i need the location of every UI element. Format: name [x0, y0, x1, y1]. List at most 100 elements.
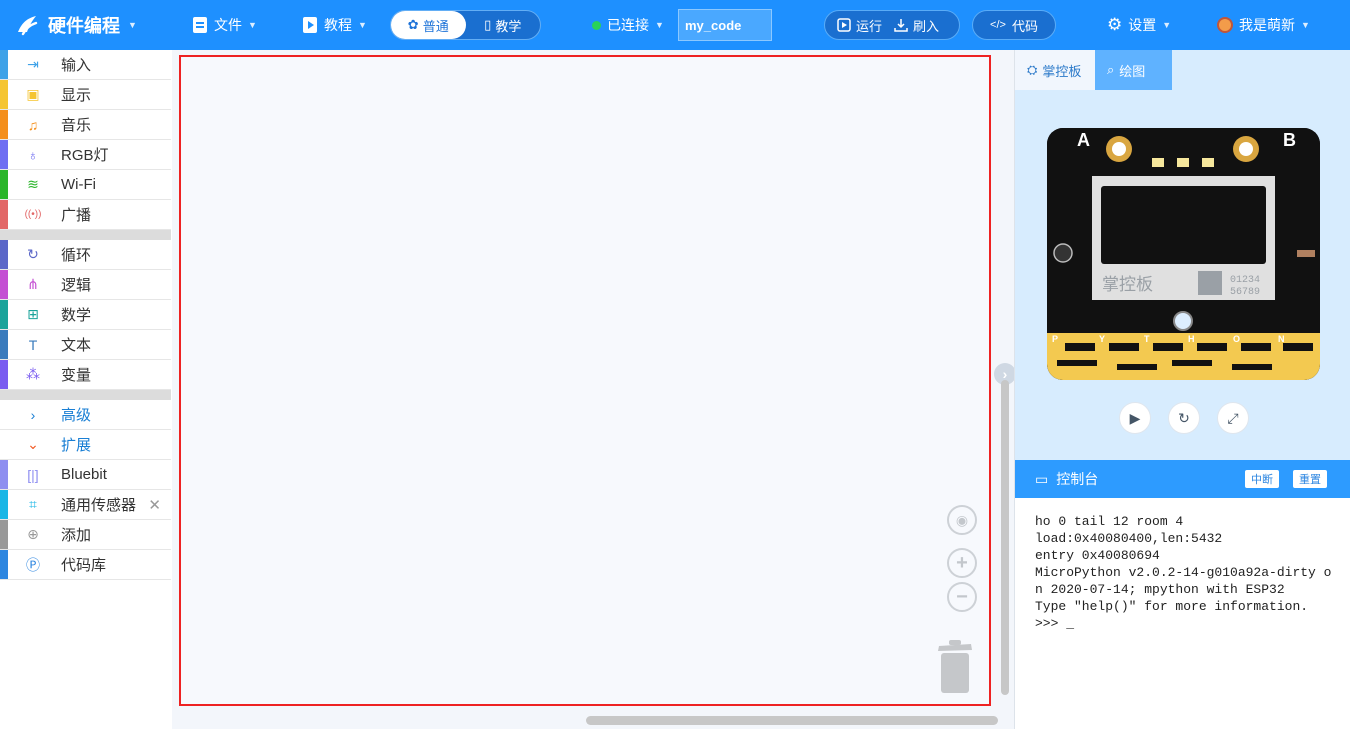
category-bluebit[interactable]: [|] Bluebit — [0, 460, 171, 490]
run-flash-group: 运行 刷入 — [824, 10, 960, 40]
file-menu[interactable]: 文件 ▼ — [192, 0, 257, 50]
pin-label: N — [1278, 334, 1285, 344]
vertical-scrollbar[interactable] — [1001, 380, 1009, 695]
category-label: Bluebit — [61, 466, 107, 483]
tutorial-menu-label: 教程 — [324, 17, 352, 33]
category-color-bar — [0, 240, 8, 269]
pin-label: O — [1233, 334, 1240, 344]
console-output[interactable]: ho 0 tail 12 room 4 load:0x40080400,len:… — [1015, 498, 1350, 729]
extension-toggle[interactable]: ⌄ 扩展 — [0, 430, 171, 460]
category-loop[interactable]: ↻ 循环 — [0, 240, 171, 270]
tab-board-label: 掌控板 — [1042, 63, 1082, 79]
category-label: 逻辑 — [61, 277, 92, 294]
library-icon: Ⓟ — [26, 556, 40, 573]
blocks-workspace[interactable]: › ◉ + − — [172, 50, 1016, 729]
mode-teach-label: 教学 — [495, 18, 522, 34]
app-logo-icon — [18, 16, 38, 36]
project-name: my_code — [685, 17, 742, 33]
target-icon: ◉ — [955, 511, 969, 528]
play-icon — [837, 18, 851, 32]
user-menu[interactable]: 我是萌新 ▼ — [1217, 0, 1310, 50]
play-icon: ▶ — [1129, 409, 1141, 426]
right-panel: ⛭ 掌控板 ⌕ 绘图 A B 掌控板 01234 56789 P Y T H O… — [1014, 50, 1350, 729]
close-icon[interactable]: ✕ — [148, 496, 161, 514]
category-color-bar — [0, 80, 8, 109]
category-label: 添加 — [61, 527, 92, 544]
workspace-canvas[interactable] — [179, 55, 991, 706]
zoom-out-button[interactable]: − — [947, 582, 977, 612]
category-color-bar — [0, 270, 8, 299]
block-category-sidebar: ⇥ 输入 ▣ 显示 ♫ 音乐 ♁ RGB灯 ≋ Wi-Fi ((•)) 广播 ↻ 循环 ⋔ 逻辑 ⊞ 数学 T 文本… — [0, 50, 171, 729]
sim-run-button[interactable]: ▶ — [1119, 402, 1151, 434]
sim-reset-button[interactable]: ↻ — [1168, 402, 1200, 434]
input-icon: ⇥ — [27, 56, 39, 72]
minus-icon: − — [956, 585, 968, 608]
category-logic[interactable]: ⋔ 逻辑 — [0, 270, 171, 300]
file-menu-label: 文件 — [214, 17, 242, 33]
board-brand: 掌控板 — [1102, 275, 1153, 294]
category-label: 显示 — [61, 87, 92, 104]
code-icon: </> — [990, 19, 1006, 31]
category-bulb[interactable]: ♁ RGB灯 — [0, 140, 171, 170]
mode-teach-button[interactable]: ▯ 教学 — [466, 11, 541, 39]
board-icon: ⛭ — [1027, 62, 1038, 77]
category-label: 变量 — [61, 367, 92, 384]
file-icon — [193, 17, 207, 33]
tab-draw[interactable]: ⌕ 绘图 — [1095, 50, 1172, 90]
recenter-button[interactable]: ◉ — [947, 505, 977, 535]
mode-normal-button[interactable]: ✿ 普通 — [391, 11, 466, 39]
category-label: 代码库 — [61, 557, 107, 574]
category-wifi[interactable]: ≋ Wi-Fi — [0, 170, 171, 200]
text-icon: T — [28, 336, 38, 353]
category-music[interactable]: ♫ 音乐 — [0, 110, 171, 140]
horizontal-scrollbar[interactable] — [586, 716, 998, 725]
category-text[interactable]: T 文本 — [0, 330, 171, 360]
zoom-in-button[interactable]: + — [947, 548, 977, 578]
connection-status: 已连接 — [607, 17, 649, 33]
category-sensor[interactable]: ⌗ 通用传感器 ✕ — [0, 490, 171, 520]
video-icon — [303, 17, 317, 33]
category-color-bar — [0, 520, 8, 549]
category-label: Wi-Fi — [61, 176, 96, 193]
flash-button[interactable]: 刷入 — [894, 16, 939, 35]
tutorial-menu[interactable]: 教程 ▼ — [302, 0, 367, 50]
category-label: 音乐 — [61, 117, 92, 134]
category-display[interactable]: ▣ 显示 — [0, 80, 171, 110]
display-icon: ▣ — [26, 86, 40, 102]
category-library[interactable]: Ⓟ 代码库 — [0, 550, 171, 580]
button-a-label: A — [1077, 130, 1090, 150]
trash-icon[interactable] — [935, 638, 975, 694]
category-color-bar — [0, 460, 8, 489]
chevron-down-icon: ▼ — [1301, 20, 1310, 30]
category-color-bar — [0, 110, 8, 139]
advanced-toggle[interactable]: › 高级 — [0, 400, 171, 430]
connection-menu[interactable]: 已连接 ▼ — [592, 0, 664, 50]
board-simulator: A B 掌控板 01234 56789 P Y T H O N ▶ ↻ ⤢ — [1015, 90, 1350, 460]
plus-icon: + — [956, 551, 968, 574]
app-title: 硬件编程 — [48, 16, 120, 36]
category-add[interactable]: ⊕ 添加 — [0, 520, 171, 550]
category-color-bar — [0, 550, 8, 579]
category-broadcast[interactable]: ((•)) 广播 — [0, 200, 171, 230]
pin-label: P — [1052, 334, 1058, 344]
category-color-bar — [0, 360, 8, 389]
add-icon: ⊕ — [27, 526, 39, 542]
project-name-field[interactable]: my_code — [678, 9, 772, 41]
settings-menu[interactable]: ⚙ 设置 ▼ — [1107, 0, 1171, 50]
tab-board[interactable]: ⛭ 掌控板 — [1015, 50, 1095, 90]
chevron-down-icon: ▼ — [358, 20, 367, 30]
variable-icon: ⁂ — [26, 366, 40, 382]
reset-button[interactable]: 重置 — [1293, 470, 1327, 488]
app-logo[interactable]: 硬件编程 ▼ — [14, 0, 137, 50]
interrupt-button[interactable]: 中断 — [1245, 470, 1279, 488]
category-math[interactable]: ⊞ 数学 — [0, 300, 171, 330]
sensor-icon: ⌗ — [29, 496, 37, 512]
category-input[interactable]: ⇥ 输入 — [0, 50, 171, 80]
console-header: ▭ 控制台 中断 重置 — [1015, 460, 1350, 498]
sim-fullscreen-button[interactable]: ⤢ — [1217, 402, 1249, 434]
category-variable[interactable]: ⁂ 变量 — [0, 360, 171, 390]
run-button[interactable]: 运行 — [837, 16, 882, 35]
chevron-down-icon: ▼ — [1162, 20, 1172, 30]
category-label: 通用传感器 — [61, 497, 137, 514]
code-button[interactable]: </> 代码 — [972, 10, 1056, 40]
